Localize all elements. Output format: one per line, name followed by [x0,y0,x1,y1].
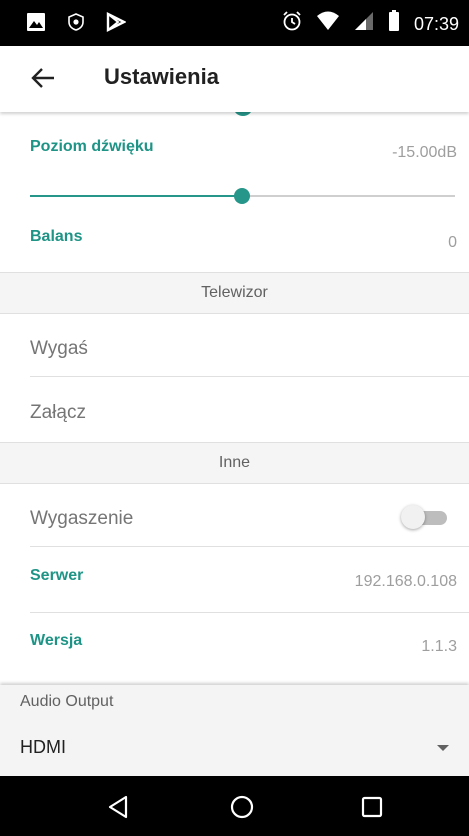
audio-output-value: HDMI [20,737,66,757]
home-circle-icon [230,795,254,819]
volume-slider-fill [30,195,242,197]
tv-on-item[interactable]: Załącz [30,402,86,424]
volume-slider[interactable] [30,188,455,204]
volume-title: Poziom dźwięku [30,138,154,155]
switch-thumb [401,505,425,529]
volume-slider-thumb[interactable] [233,188,250,204]
back-button[interactable] [30,66,60,92]
image-icon [26,12,46,37]
recents-square-icon [361,796,383,818]
alarm-icon [282,10,302,37]
page-title: Ustawienia [104,64,219,89]
navigation-bar [0,776,469,836]
divider [30,612,469,613]
divider [30,376,469,377]
wifi-icon [316,11,340,36]
nav-home-button[interactable] [227,792,257,822]
arrow-left-icon [31,68,54,88]
nav-back-button[interactable] [103,792,133,822]
status-time: 07:39 [413,13,459,34]
volume-value: -15.00dB [392,144,457,161]
status-bar-system: 07:39 [282,10,459,37]
nav-recents-button[interactable] [357,792,387,822]
balance-value: 0 [448,234,457,251]
category-tv: Telewizor [0,272,469,314]
shield-icon [68,13,84,36]
audio-output-label: Audio Output [20,693,114,710]
audio-output-panel: Audio Output HDMI [0,685,469,776]
category-other: Inne [0,442,469,484]
back-triangle-icon [108,795,128,819]
battery-icon [388,10,400,37]
dropdown-arrow-icon [437,745,449,751]
server-title: Serwer [30,567,84,584]
audio-output-select[interactable]: HDMI [0,729,469,769]
settings-list[interactable]: Poziom dźwięku -15.00dB Balans 0 Telewiz… [0,112,469,776]
tv-off-item[interactable]: Wygaś [30,338,88,360]
dimming-switch[interactable] [401,505,451,529]
divider [30,546,469,547]
previous-slider-thumb [233,112,253,116]
balance-title: Balans [30,228,83,245]
status-bar: 07:39 [0,0,469,46]
signal-icon [354,11,374,36]
app-bar: Ustawienia [0,46,469,112]
dimming-title: Wygaszenie [30,508,134,529]
status-bar-notifications [26,12,127,37]
server-value: 192.168.0.108 [354,573,457,590]
play-store-icon [106,12,127,37]
version-value: 1.1.3 [421,638,457,655]
version-title: Wersja [30,632,83,649]
